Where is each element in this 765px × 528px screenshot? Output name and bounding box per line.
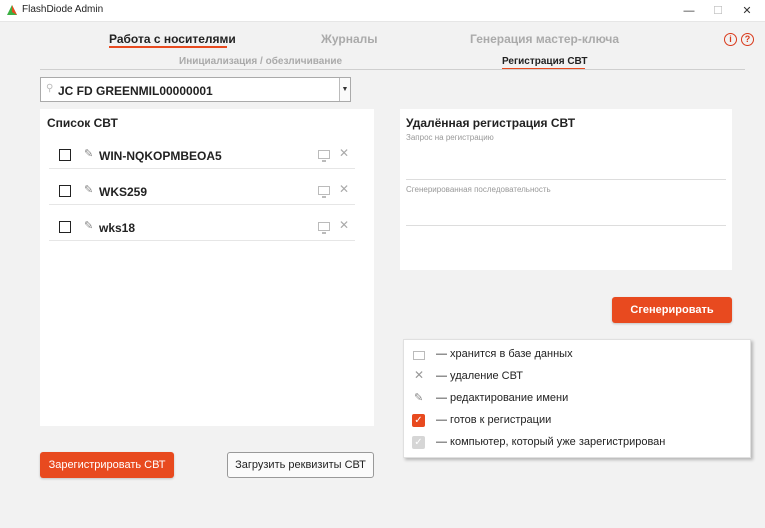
checkbox-checked-icon: ✓: [412, 414, 425, 427]
legend-text: — редактирование имени: [436, 392, 569, 404]
legend-text: — готов к регистрации: [436, 414, 552, 426]
delete-icon: ✕: [414, 368, 425, 382]
svt-name: WKS259: [99, 185, 148, 199]
load-svt-details-button[interactable]: Загрузить реквизиты СВТ: [227, 452, 374, 478]
svt-name: WIN-NQKOPMBEOA5: [99, 149, 222, 163]
subtab-divider: [40, 69, 745, 70]
svt-checkbox[interactable]: [59, 185, 71, 197]
legend-text: — хранится в базе данных: [436, 348, 573, 360]
title-bar: FlashDiode Admin — ☐ ✕: [0, 0, 765, 22]
pencil-icon: ✎: [414, 392, 424, 404]
info-icon[interactable]: i: [724, 33, 737, 46]
remote-registration-panel: Удалённая регистрация СВТ Запрос на реги…: [400, 109, 732, 270]
legend-item: ✕ — удаление СВТ: [404, 365, 744, 387]
pencil-icon[interactable]: ✎: [84, 219, 93, 232]
legend-item: ✓ — готов к регистрации: [404, 409, 744, 431]
legend-item: ✓ — компьютер, который уже зарегистриров…: [404, 431, 744, 453]
maximize-button[interactable]: ☐: [704, 0, 732, 22]
svt-list-panel: Список СВТ ✎ WIN-NQKOPMBEOA5 ✕ ✎ WKS259 …: [40, 109, 374, 426]
usb-icon: ⚲: [46, 83, 54, 94]
pencil-icon[interactable]: ✎: [84, 147, 93, 160]
svt-name: wks18: [99, 221, 136, 235]
device-select[interactable]: ⚲ JC FD GREENMIL00000001 ▼: [40, 77, 351, 102]
monitor-icon: [318, 222, 330, 234]
register-svt-button[interactable]: Зарегистрировать СВТ: [40, 452, 174, 478]
chevron-down-icon[interactable]: ▼: [339, 78, 350, 101]
generated-field[interactable]: [406, 225, 726, 226]
subtab-init[interactable]: Инициализация / обезличивание: [179, 56, 342, 67]
delete-icon[interactable]: ✕: [339, 182, 349, 196]
svt-list-title: Список СВТ: [47, 116, 118, 130]
device-select-value: JC FD GREENMIL00000001: [58, 84, 213, 98]
list-item: ✎ WIN-NQKOPMBEOA5 ✕: [49, 139, 355, 169]
legend-item: — хранится в базе данных: [404, 343, 744, 365]
delete-icon[interactable]: ✕: [339, 218, 349, 232]
legend-panel: — хранится в базе данных ✕ — удаление СВ…: [403, 339, 751, 458]
generated-label: Сгенерированная последовательность: [406, 185, 551, 194]
close-button[interactable]: ✕: [733, 0, 761, 22]
app-logo-icon: [7, 5, 17, 15]
monitor-icon: [318, 150, 330, 162]
checkbox-disabled-icon: ✓: [412, 436, 425, 449]
pencil-icon[interactable]: ✎: [84, 183, 93, 196]
minimize-button[interactable]: —: [675, 0, 703, 22]
tab-media[interactable]: Работа с носителями: [109, 32, 236, 46]
legend-item: ✎ — редактирование имени: [404, 387, 744, 409]
subtab-svt-registration[interactable]: Регистрация СВТ: [502, 56, 588, 67]
svt-checkbox[interactable]: [59, 149, 71, 161]
list-item: ✎ WKS259 ✕: [49, 175, 355, 205]
legend-text: — компьютер, который уже зарегистрирован: [436, 436, 666, 448]
request-field[interactable]: [406, 179, 726, 180]
monitor-icon: [413, 351, 425, 360]
tab-logs[interactable]: Журналы: [321, 32, 377, 46]
help-icon[interactable]: ?: [741, 33, 754, 46]
delete-icon[interactable]: ✕: [339, 146, 349, 160]
list-item: ✎ wks18 ✕: [49, 211, 355, 241]
svt-checkbox[interactable]: [59, 221, 71, 233]
monitor-icon: [318, 186, 330, 198]
window-title: FlashDiode Admin: [22, 4, 104, 15]
request-label: Запрос на регистрацию: [406, 133, 494, 142]
generate-button[interactable]: Сгенерировать: [612, 297, 732, 323]
remote-registration-title: Удалённая регистрация СВТ: [406, 116, 576, 130]
tab-active-underline: [109, 46, 227, 48]
tab-master-key[interactable]: Генерация мастер-ключа: [470, 32, 619, 46]
legend-text: — удаление СВТ: [436, 370, 523, 382]
